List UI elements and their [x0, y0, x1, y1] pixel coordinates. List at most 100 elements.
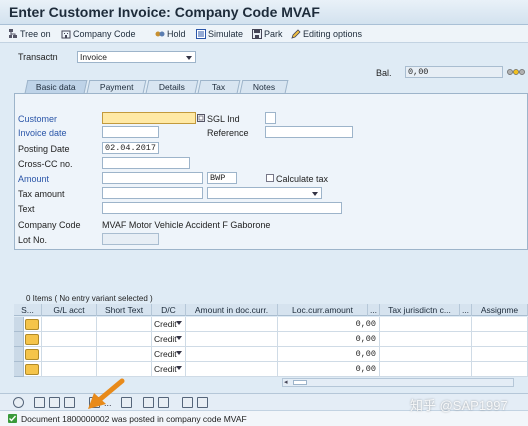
- transaction-select[interactable]: Invoice: [77, 51, 196, 63]
- col-gl-acct[interactable]: G/L acct: [42, 304, 97, 316]
- calculate-tax-checkbox[interactable]: [266, 174, 274, 182]
- transaction-label: Transactn: [18, 52, 58, 62]
- amount-doc-cell[interactable]: [186, 362, 278, 377]
- assignment-cell[interactable]: [472, 317, 528, 332]
- deselect-all-icon[interactable]: [49, 397, 60, 408]
- gl-acct-cell[interactable]: [42, 347, 97, 362]
- amount-doc-cell[interactable]: [186, 317, 278, 332]
- paste-icon[interactable]: [158, 397, 169, 408]
- items-table-header: S... G/L acct Short Text D/C Amount in d…: [14, 304, 528, 316]
- tab-basic-data[interactable]: Basic data: [24, 80, 88, 93]
- gl-acct-cell[interactable]: [42, 317, 97, 332]
- simulate-button[interactable]: Simulate: [196, 28, 243, 40]
- cross-cc-input[interactable]: [102, 157, 190, 169]
- assignment-cell[interactable]: [472, 347, 528, 362]
- tax-amount-label: Tax amount: [18, 189, 65, 199]
- search-help-icon[interactable]: [197, 114, 205, 124]
- status-indicator: [25, 334, 39, 345]
- tax-jurisdiction-cell[interactable]: [380, 317, 472, 332]
- invoice-date-input[interactable]: [102, 126, 159, 138]
- amount-doc-cell[interactable]: [186, 332, 278, 347]
- tree-on-button[interactable]: Tree on: [8, 28, 51, 40]
- currency-value: BWP: [210, 173, 226, 183]
- tax-code-select[interactable]: [207, 187, 322, 199]
- tab-details-label: Details: [158, 82, 185, 92]
- row-selector[interactable]: [14, 347, 24, 362]
- sgl-ind-input[interactable]: [265, 112, 276, 124]
- invoice-date-label: Invoice date: [18, 128, 67, 138]
- dc-select[interactable]: Credit: [152, 362, 186, 377]
- select-all-icon[interactable]: [34, 397, 45, 408]
- scroll-thumb[interactable]: [293, 380, 307, 385]
- company-code-button[interactable]: Company Code: [61, 28, 136, 40]
- amount-input[interactable]: [102, 172, 203, 184]
- gl-acct-cell[interactable]: [42, 332, 97, 347]
- tab-details[interactable]: Details: [145, 80, 199, 93]
- hold-icon: [155, 29, 165, 39]
- tax-amount-input[interactable]: [102, 187, 203, 199]
- col-loc-amount[interactable]: Loc.curr.amount: [278, 304, 368, 316]
- cross-cc-label: Cross-CC no.: [18, 159, 73, 169]
- short-text-cell[interactable]: [97, 332, 152, 347]
- row-selector[interactable]: [14, 317, 24, 332]
- short-text-cell[interactable]: [97, 317, 152, 332]
- print-icon[interactable]: [182, 397, 193, 408]
- loc-amount-value: 0,00: [355, 319, 376, 329]
- horizontal-scrollbar[interactable]: ◂: [282, 378, 514, 387]
- park-button[interactable]: Park: [252, 28, 283, 40]
- tax-jurisdiction-cell[interactable]: [380, 332, 472, 347]
- filter-icon[interactable]: [197, 397, 208, 408]
- details-icon[interactable]: [13, 397, 24, 408]
- lot-no-input[interactable]: [102, 233, 159, 245]
- tab-payment[interactable]: Payment: [86, 80, 147, 93]
- loc-amount-cell: 0,00: [278, 332, 380, 347]
- col-tax-jurisdiction[interactable]: Tax jurisdictn c...: [380, 304, 460, 316]
- editing-options-button[interactable]: Editing options: [291, 28, 362, 40]
- amount-label: Amount: [18, 174, 50, 184]
- col-status[interactable]: S...: [14, 304, 42, 316]
- title-bar: Enter Customer Invoice: Company Code MVA…: [0, 0, 528, 25]
- hold-button[interactable]: Hold: [155, 28, 186, 40]
- copy-icon[interactable]: [143, 397, 154, 408]
- sort-icon[interactable]: [64, 397, 75, 408]
- col-assignment[interactable]: Assignme: [472, 304, 528, 316]
- col-more-2[interactable]: ...: [460, 304, 472, 316]
- tax-jurisdiction-cell[interactable]: [380, 362, 472, 377]
- tab-notes[interactable]: Notes: [239, 80, 289, 93]
- col-amount-doc[interactable]: Amount in doc.curr.: [186, 304, 278, 316]
- assignment-cell[interactable]: [472, 362, 528, 377]
- table-row: Credit 0,00: [14, 332, 528, 347]
- scroll-left-icon[interactable]: ◂: [284, 379, 288, 387]
- short-text-cell[interactable]: [97, 362, 152, 377]
- reference-input[interactable]: [265, 126, 353, 138]
- dc-select[interactable]: Credit: [152, 317, 186, 332]
- short-text-cell[interactable]: [97, 347, 152, 362]
- park-icon: [252, 29, 262, 39]
- currency-input[interactable]: BWP: [207, 172, 237, 184]
- tab-tax[interactable]: Tax: [197, 80, 241, 93]
- col-more-1[interactable]: ...: [368, 304, 380, 316]
- company-code-value: MVAF Motor Vehicle Accident F Gaborone: [102, 220, 271, 230]
- gl-acct-cell[interactable]: [42, 362, 97, 377]
- simulate-icon: [196, 29, 206, 39]
- row-selector[interactable]: [14, 362, 24, 377]
- arrow-annotation-icon: [88, 378, 125, 409]
- tax-jurisdiction-cell[interactable]: [380, 347, 472, 362]
- application-toolbar: Tree on Company Code Hold Simulate Park …: [0, 25, 528, 43]
- assignment-cell[interactable]: [472, 332, 528, 347]
- col-dc[interactable]: D/C: [152, 304, 186, 316]
- balance-value: 0,00: [408, 67, 429, 77]
- amount-doc-cell[interactable]: [186, 347, 278, 362]
- table-row: Credit 0,00: [14, 362, 528, 377]
- status-indicator: [25, 319, 39, 330]
- tab-basic-data-label: Basic data: [36, 82, 76, 92]
- lot-no-label: Lot No.: [18, 235, 48, 245]
- dc-select[interactable]: Credit: [152, 332, 186, 347]
- posting-date-input[interactable]: 02.04.2017: [102, 142, 159, 154]
- customer-input[interactable]: [102, 112, 196, 124]
- dc-select[interactable]: Credit: [152, 347, 186, 362]
- row-selector[interactable]: [14, 332, 24, 347]
- text-input[interactable]: [102, 202, 342, 214]
- balance-field: 0,00: [405, 66, 503, 78]
- col-short-text[interactable]: Short Text: [97, 304, 152, 316]
